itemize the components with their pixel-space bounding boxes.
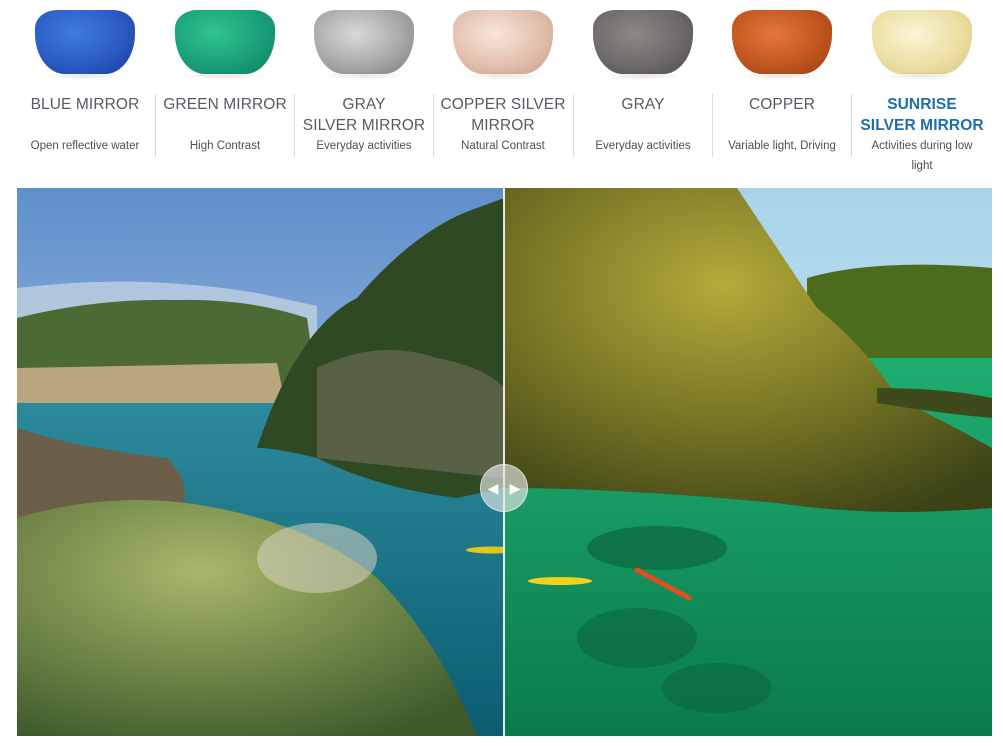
lens-name-line: MIRROR xyxy=(471,117,535,134)
lens-desc-line: Everyday activities xyxy=(595,140,691,152)
lens-swatch-gray xyxy=(593,10,693,74)
lens-name-copper: COPPER xyxy=(709,94,855,115)
lens-name-line: GRAY xyxy=(342,96,386,113)
lens-desc-line: light xyxy=(911,160,933,172)
lens-desc-line: Activities during low xyxy=(871,140,973,152)
lens-option-green-mirror[interactable]: GREEN MIRROR High Contrast xyxy=(152,0,298,185)
lens-name-line: COPPER SILVER xyxy=(440,96,566,113)
lens-desc-green-mirror: High Contrast xyxy=(152,136,298,156)
lens-name-line: COPPER xyxy=(748,96,816,113)
lens-swatch-green-mirror xyxy=(175,10,275,74)
lens-desc-blue-mirror: Open reflective water xyxy=(12,136,158,156)
lens-name-line: GREEN MIRROR xyxy=(163,96,287,113)
lens-name-gray: GRAY xyxy=(570,94,716,115)
lens-name-green-mirror: GREEN MIRROR xyxy=(152,94,298,115)
lens-desc-gray-silver-mirror: Everyday activities xyxy=(291,136,437,156)
lens-desc-copper-silver-mirror: Natural Contrast xyxy=(430,136,576,156)
lens-comparison-viewer: ◀ ▶ xyxy=(17,188,992,736)
lens-name-line: SUNRISE xyxy=(887,96,957,113)
lens-swatch-sunrise-silver-mirror xyxy=(872,10,972,74)
lens-option-gray[interactable]: GRAY Everyday activities xyxy=(570,0,716,185)
lens-name-line: SILVER MIRROR xyxy=(302,117,426,134)
lens-desc-line: Variable light, Driving xyxy=(728,140,836,152)
lens-name-line: SILVER MIRROR xyxy=(860,117,984,134)
lens-option-sunrise-silver-mirror[interactable]: SUNRISE SILVER MIRROR Activities during … xyxy=(849,0,995,185)
lens-option-gray-silver-mirror[interactable]: GRAY SILVER MIRROR Everyday activities xyxy=(291,0,437,185)
lens-desc-line: Open reflective water xyxy=(30,140,140,152)
lens-shadow xyxy=(322,72,406,80)
lens-option-copper-silver-mirror[interactable]: COPPER SILVER MIRROR Natural Contrast xyxy=(430,0,576,185)
lens-name-copper-silver-mirror: COPPER SILVER MIRROR xyxy=(430,94,576,136)
lens-swatch-copper-silver-mirror xyxy=(453,10,553,74)
lens-shadow xyxy=(601,72,685,80)
lens-shadow xyxy=(183,72,267,80)
lens-option-copper[interactable]: COPPER Variable light, Driving xyxy=(709,0,855,185)
lens-shadow xyxy=(740,72,824,80)
scene-left-natural xyxy=(17,188,504,736)
arrow-right-icon: ▶ xyxy=(509,480,521,496)
lens-name-blue-mirror: BLUE MIRROR xyxy=(12,94,158,115)
lens-name-line: GRAY xyxy=(621,96,665,113)
lens-shadow xyxy=(43,72,127,80)
lens-name-sunrise-silver-mirror: SUNRISE SILVER MIRROR xyxy=(849,94,995,136)
lens-selector: BLUE MIRROR Open reflective water GREEN … xyxy=(0,0,1003,185)
comparison-slider-handle[interactable]: ◀ ▶ xyxy=(480,464,528,512)
scene-right-tinted xyxy=(504,188,992,736)
lens-option-blue-mirror[interactable]: BLUE MIRROR Open reflective water xyxy=(12,0,158,185)
lens-swatch-copper xyxy=(732,10,832,74)
lens-desc-gray: Everyday activities xyxy=(570,136,716,156)
lens-desc-line: High Contrast xyxy=(189,140,261,152)
lens-desc-line: Everyday activities xyxy=(316,140,412,152)
lens-desc-sunrise-silver-mirror: Activities during low light xyxy=(849,136,995,176)
lens-desc-copper: Variable light, Driving xyxy=(709,136,855,156)
lens-name-gray-silver-mirror: GRAY SILVER MIRROR xyxy=(291,94,437,136)
lens-shadow xyxy=(461,72,545,80)
lens-swatch-blue-mirror xyxy=(35,10,135,74)
comparison-divider-line xyxy=(503,188,505,736)
lens-name-line: BLUE MIRROR xyxy=(30,96,140,113)
lens-swatch-gray-silver-mirror xyxy=(314,10,414,74)
lens-shadow xyxy=(880,72,964,80)
lens-desc-line: Natural Contrast xyxy=(461,140,545,152)
arrow-left-icon: ◀ xyxy=(487,480,499,496)
